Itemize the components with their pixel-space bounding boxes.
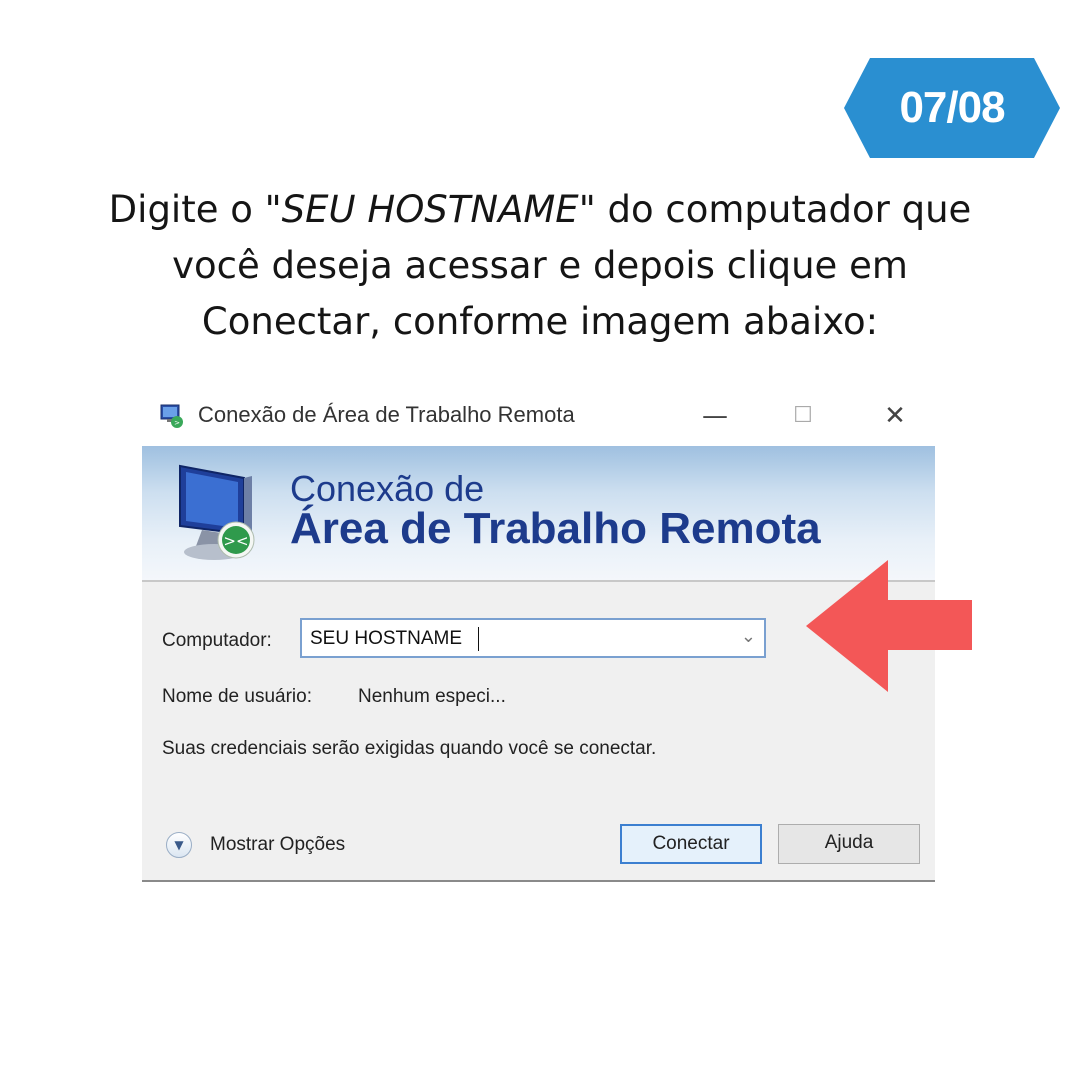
window-title: Conexão de Área de Trabalho Remota xyxy=(198,402,575,427)
chevron-down-icon[interactable]: ⌄ xyxy=(741,626,756,647)
connect-button[interactable]: Conectar xyxy=(620,824,762,864)
monitor-icon: >< xyxy=(179,464,255,560)
arrow-left-icon xyxy=(806,560,972,692)
svg-text:><: >< xyxy=(223,532,248,550)
help-button[interactable]: Ajuda xyxy=(778,824,920,864)
remote-desktop-icon: > xyxy=(160,404,183,428)
banner-title-line-2: Área de Trabalho Remota xyxy=(290,504,821,553)
computer-combobox[interactable]: SEU HOSTNAME ⌄ xyxy=(300,618,766,658)
svg-text:>: > xyxy=(174,419,180,427)
credentials-note: Suas credenciais serão exigidas quando v… xyxy=(162,738,657,759)
step-counter: 07/08 xyxy=(899,83,1005,132)
username-value: Nenhum especi... xyxy=(358,686,506,707)
show-options-label[interactable]: Mostrar Opções xyxy=(210,834,345,856)
title-bar: > Conexão de Área de Trabalho Remota — ☐… xyxy=(142,388,935,446)
minimize-button[interactable]: — xyxy=(690,396,740,436)
text-cursor xyxy=(478,627,479,651)
close-button[interactable]: ✕ xyxy=(870,396,920,436)
computer-label: Computador: xyxy=(162,630,272,651)
instruction-part-1: Digite o xyxy=(108,188,265,231)
expand-down-icon[interactable]: ▼ xyxy=(166,832,192,858)
computer-input-value[interactable]: SEU HOSTNAME xyxy=(310,628,462,650)
step-badge: 07/08 xyxy=(844,58,1060,158)
instruction-text: Digite o "SEU HOSTNAME" do computador qu… xyxy=(90,182,990,350)
instruction-emphasis: "SEU HOSTNAME" xyxy=(264,188,596,231)
maximize-button[interactable]: ☐ xyxy=(778,396,828,436)
username-label: Nome de usuário: xyxy=(162,686,312,707)
